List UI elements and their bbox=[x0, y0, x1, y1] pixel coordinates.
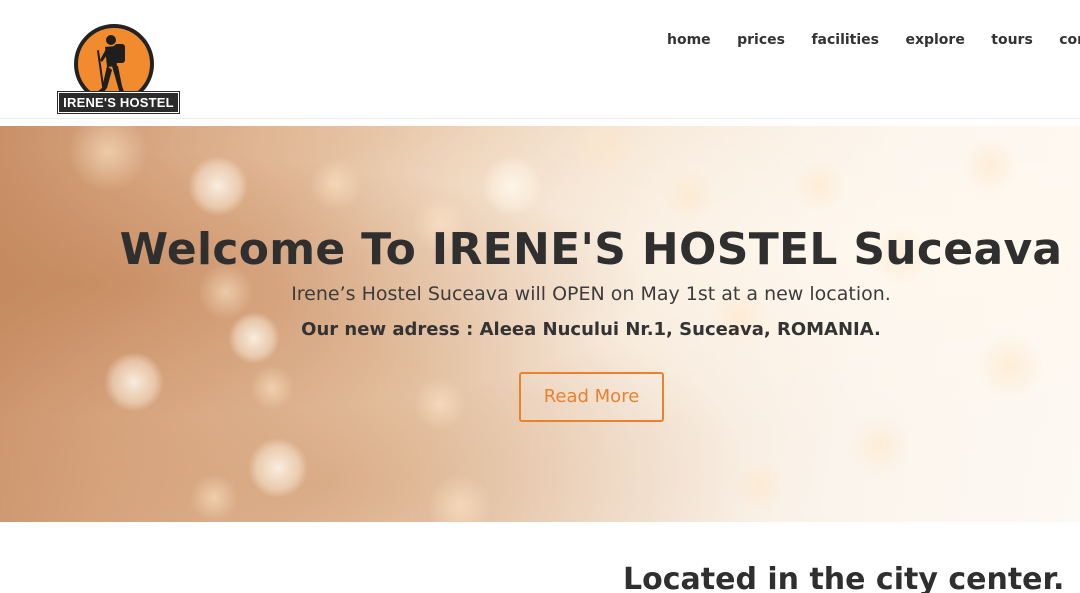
logo-text: IRENE'S HOSTEL bbox=[57, 91, 180, 114]
nav-contact[interactable]: contact bbox=[1059, 31, 1080, 49]
site-header: IRENE'S HOSTEL home prices facilities ex… bbox=[0, 0, 1080, 119]
hero-banner: Welcome To IRENE'S HOSTEL Suceava Irene’… bbox=[0, 126, 1080, 522]
hero-title: Welcome To IRENE'S HOSTEL Suceava bbox=[119, 224, 1063, 275]
nav-explore[interactable]: explore bbox=[905, 31, 964, 49]
section-title: Located in the city center. bbox=[623, 562, 1065, 593]
nav-tours[interactable]: tours bbox=[991, 31, 1033, 49]
page: IRENE'S HOSTEL home prices facilities ex… bbox=[0, 0, 1080, 593]
nav-prices[interactable]: prices bbox=[737, 31, 785, 49]
nav-home[interactable]: home bbox=[667, 31, 711, 49]
hero-address: Our new adress : Aleea Nucului Nr.1, Suc… bbox=[301, 319, 881, 340]
read-more-button[interactable]: Read More bbox=[519, 372, 664, 422]
site-logo[interactable]: IRENE'S HOSTEL bbox=[57, 22, 180, 114]
main-nav: home prices facilities explore tours con… bbox=[667, 31, 1080, 51]
hero-subtitle: Irene’s Hostel Suceava will OPEN on May … bbox=[291, 283, 891, 305]
hero-content: Welcome To IRENE'S HOSTEL Suceava Irene’… bbox=[0, 126, 1080, 522]
nav-facilities[interactable]: facilities bbox=[811, 31, 879, 49]
